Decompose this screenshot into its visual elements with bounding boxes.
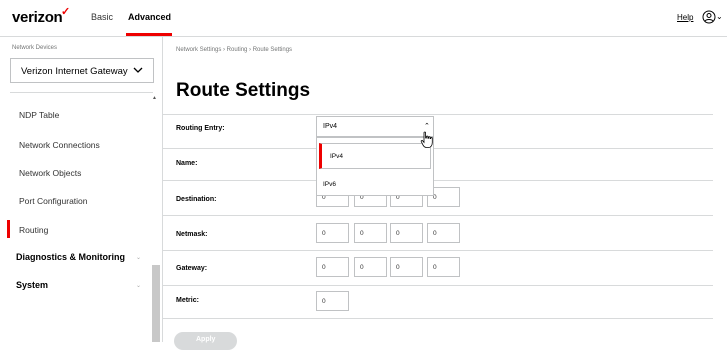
- verizon-check-icon: ✓: [61, 6, 71, 18]
- sidebar-scrollbar-thumb[interactable]: [152, 265, 160, 342]
- name-label: Name:: [176, 160, 198, 167]
- divider: [162, 180, 713, 181]
- top-bar: verizon ✓ Basic Advanced Help ⌄: [0, 0, 727, 37]
- routing-entry-label: Routing Entry:: [176, 125, 225, 132]
- divider: [162, 114, 713, 115]
- apply-button[interactable]: Apply: [174, 332, 237, 350]
- chevron-down-icon[interactable]: ⌄: [136, 282, 141, 289]
- sidebar-item-network-objects[interactable]: Network Objects: [19, 168, 81, 178]
- active-tab-indicator: [126, 33, 172, 36]
- sidebar-item-port-configuration[interactable]: Port Configuration: [19, 196, 88, 206]
- verizon-logo[interactable]: verizon: [12, 9, 63, 26]
- destination-label: Destination:: [176, 196, 217, 203]
- sidebar-divider: [10, 92, 153, 93]
- page-title: Route Settings: [176, 80, 311, 101]
- divider: [162, 215, 713, 216]
- sidebar-item-ndp-table[interactable]: NDP Table: [19, 110, 59, 120]
- netmask-octet-2[interactable]: 0: [354, 223, 387, 243]
- user-circle-icon[interactable]: [702, 10, 716, 24]
- user-menu-chevron-icon[interactable]: ⌄: [716, 12, 723, 21]
- gateway-octet-2[interactable]: 0: [354, 257, 387, 277]
- chevron-down-icon[interactable]: ⌄: [136, 254, 141, 261]
- metric-input[interactable]: 0: [316, 291, 349, 311]
- netmask-octet-4[interactable]: 0: [427, 223, 460, 243]
- gateway-label: Gateway:: [176, 265, 208, 272]
- routing-entry-select[interactable]: IPv4 ⌃: [316, 116, 434, 137]
- routing-option-ipv6[interactable]: IPv6: [323, 181, 336, 188]
- gateway-octet-1[interactable]: 0: [316, 257, 349, 277]
- network-devices-label: Network Devices: [12, 45, 58, 51]
- chevron-up-icon: ⌃: [424, 123, 430, 130]
- hand-cursor-icon: [420, 131, 433, 148]
- sidebar-item-routing[interactable]: Routing: [19, 225, 48, 235]
- sidebar-group-diagnostics[interactable]: Diagnostics & Monitoring: [16, 252, 125, 262]
- tab-advanced[interactable]: Advanced: [128, 12, 171, 22]
- active-item-indicator: [7, 220, 10, 238]
- sidebar-group-system[interactable]: System: [16, 280, 48, 290]
- netmask-label: Netmask:: [176, 231, 208, 238]
- sidebar-item-network-connections[interactable]: Network Connections: [19, 140, 100, 150]
- help-link[interactable]: Help: [677, 13, 693, 22]
- netmask-octet-3[interactable]: 0: [390, 223, 423, 243]
- netmask-octet-1[interactable]: 0: [316, 223, 349, 243]
- scroll-up-arrow-icon[interactable]: ▲: [152, 95, 157, 101]
- gateway-octet-4[interactable]: 0: [427, 257, 460, 277]
- gateway-octet-3[interactable]: 0: [390, 257, 423, 277]
- divider: [162, 318, 713, 319]
- sidebar: Network Devices Verizon Internet Gateway…: [0, 37, 163, 342]
- routing-entry-value: IPv4: [323, 123, 338, 130]
- metric-label: Metric:: [176, 297, 199, 304]
- divider: [162, 250, 713, 251]
- breadcrumb[interactable]: Network Settings › Routing › Route Setti…: [176, 47, 292, 53]
- divider: [162, 285, 713, 286]
- routing-option-ipv4[interactable]: IPv4: [319, 143, 431, 169]
- routing-entry-dropdown: IPv4 IPv6: [316, 137, 434, 196]
- tab-basic[interactable]: Basic: [91, 12, 113, 22]
- device-select-value: Verizon Internet Gateway: [21, 66, 128, 77]
- divider: [162, 148, 713, 149]
- device-select[interactable]: Verizon Internet Gateway: [10, 58, 154, 83]
- chevron-down-icon: [133, 67, 143, 73]
